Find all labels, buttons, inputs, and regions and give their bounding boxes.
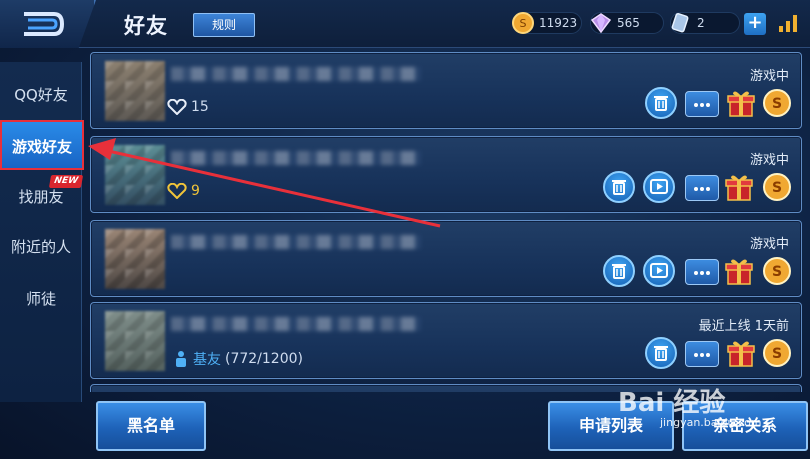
trash-icon [612, 180, 626, 195]
signal-icon [779, 15, 797, 32]
send-gold-button[interactable]: S [761, 255, 793, 287]
intimacy-value: 15 [191, 99, 209, 115]
gift-button[interactable] [725, 337, 757, 369]
play-icon [650, 179, 668, 194]
relation-info: 基友 (772/1200) [173, 349, 303, 369]
chat-button[interactable] [685, 259, 719, 285]
gold-coin-icon: S [512, 12, 534, 34]
watermark-brand: Bai 经验 [618, 388, 726, 418]
gold-counter: S 11923 [512, 12, 582, 34]
trash-icon [612, 264, 626, 279]
friend-actions: S [641, 337, 791, 369]
trash-icon [654, 346, 668, 361]
gift-icon [727, 341, 755, 367]
gift-icon [725, 175, 753, 201]
voucher-amount: 2 [697, 16, 705, 30]
friend-card[interactable]: 游戏中 9 S [90, 136, 802, 213]
watch-game-button[interactable] [643, 255, 675, 287]
status-text: 游戏中 [749, 153, 789, 168]
top-bar: 好友 规则 S 11923 565 2 + [0, 0, 810, 48]
gift-button[interactable] [725, 87, 757, 119]
chat-button[interactable] [685, 91, 719, 117]
intimacy-value: 9 [191, 183, 200, 199]
back-button[interactable] [0, 0, 96, 48]
chat-icon [694, 353, 710, 357]
diamond-counter: 565 [590, 12, 664, 34]
watermark: Bai 经验 jingyan.baidu.com [618, 372, 808, 456]
relation-label: 基友 [193, 352, 221, 368]
avatar [105, 229, 165, 289]
heart-icon [167, 183, 187, 199]
chat-icon [694, 271, 710, 275]
send-gold-button[interactable]: S [761, 87, 793, 119]
gift-icon [727, 91, 755, 117]
send-gold-button[interactable]: S [761, 171, 793, 203]
rules-button[interactable]: 规则 [193, 13, 255, 37]
tab-mentor[interactable]: 师徒 [0, 274, 82, 324]
friend-card[interactable]: 游戏中 S [90, 220, 802, 297]
svg-text:S: S [772, 264, 782, 280]
svg-text:S: S [772, 96, 782, 112]
gold-coin-icon: S [763, 339, 791, 367]
gold-coin-icon: S [763, 173, 791, 201]
friend-actions: S [599, 171, 791, 203]
friend-card[interactable]: 最近上线 1天前 基友 (772/1200) S [90, 302, 802, 379]
gold-coin-icon: S [763, 89, 791, 117]
play-icon [650, 263, 668, 278]
friend-name-blurred [171, 235, 421, 249]
friend-list: 游戏中 15 S 游戏中 9 S 游戏中 S 最近上线 1天前 基友 (772/… [88, 52, 806, 392]
friend-actions: S [641, 87, 791, 119]
chat-icon [694, 187, 710, 191]
friend-card[interactable]: 游戏中 15 S [90, 52, 802, 129]
friend-name-blurred [171, 67, 421, 81]
send-gold-button[interactable]: S [761, 337, 793, 369]
status-text: 游戏中 [749, 237, 789, 252]
tab-nearby[interactable]: 附近的人 [0, 222, 82, 272]
diamond-amount: 565 [617, 16, 640, 30]
svg-text:S: S [520, 17, 527, 30]
trash-icon [654, 96, 668, 111]
tab-game-friends[interactable]: 游戏好友 [0, 120, 84, 170]
svg-text:S: S [772, 346, 782, 362]
page-title: 好友 [124, 14, 168, 38]
chat-button[interactable] [685, 341, 719, 367]
diamond-icon [590, 13, 612, 34]
friend-actions: S [599, 255, 791, 287]
avatar [105, 311, 165, 371]
gift-button[interactable] [723, 171, 755, 203]
gold-coin-icon: S [763, 257, 791, 285]
blacklist-button[interactable]: 黑名单 [96, 401, 206, 451]
add-currency-button[interactable]: + [744, 13, 766, 35]
svg-text:S: S [772, 180, 782, 196]
intimacy-info: 15 [167, 99, 209, 115]
watermark-url: jingyan.baidu.com [660, 416, 762, 429]
delete-button[interactable] [645, 337, 677, 369]
status-text: 最近上线 1天前 [698, 319, 789, 334]
voucher-counter: 2 [670, 12, 740, 34]
watch-game-button[interactable] [643, 171, 675, 203]
friend-name-blurred [171, 151, 421, 165]
delete-button[interactable] [645, 87, 677, 119]
tab-qq-friends[interactable]: QQ好友 [0, 70, 82, 120]
delete-button[interactable] [603, 171, 635, 203]
tab-find-friends[interactable]: 找朋友 [0, 172, 82, 222]
status-text: 游戏中 [749, 69, 789, 84]
avatar [105, 61, 165, 121]
chat-icon [694, 103, 710, 107]
voucher-icon [671, 12, 689, 33]
heart-icon [167, 99, 187, 115]
relation-progress: (772/1200) [225, 351, 303, 367]
gift-icon [725, 259, 753, 285]
back-arrow-icon [24, 12, 65, 36]
gift-button[interactable] [723, 255, 755, 287]
delete-button[interactable] [603, 255, 635, 287]
avatar [105, 145, 165, 205]
person-icon [176, 351, 186, 367]
intimacy-info: 9 [167, 183, 200, 199]
friend-name-blurred [171, 317, 421, 331]
chat-button[interactable] [685, 175, 719, 201]
gold-amount: 11923 [539, 16, 578, 30]
